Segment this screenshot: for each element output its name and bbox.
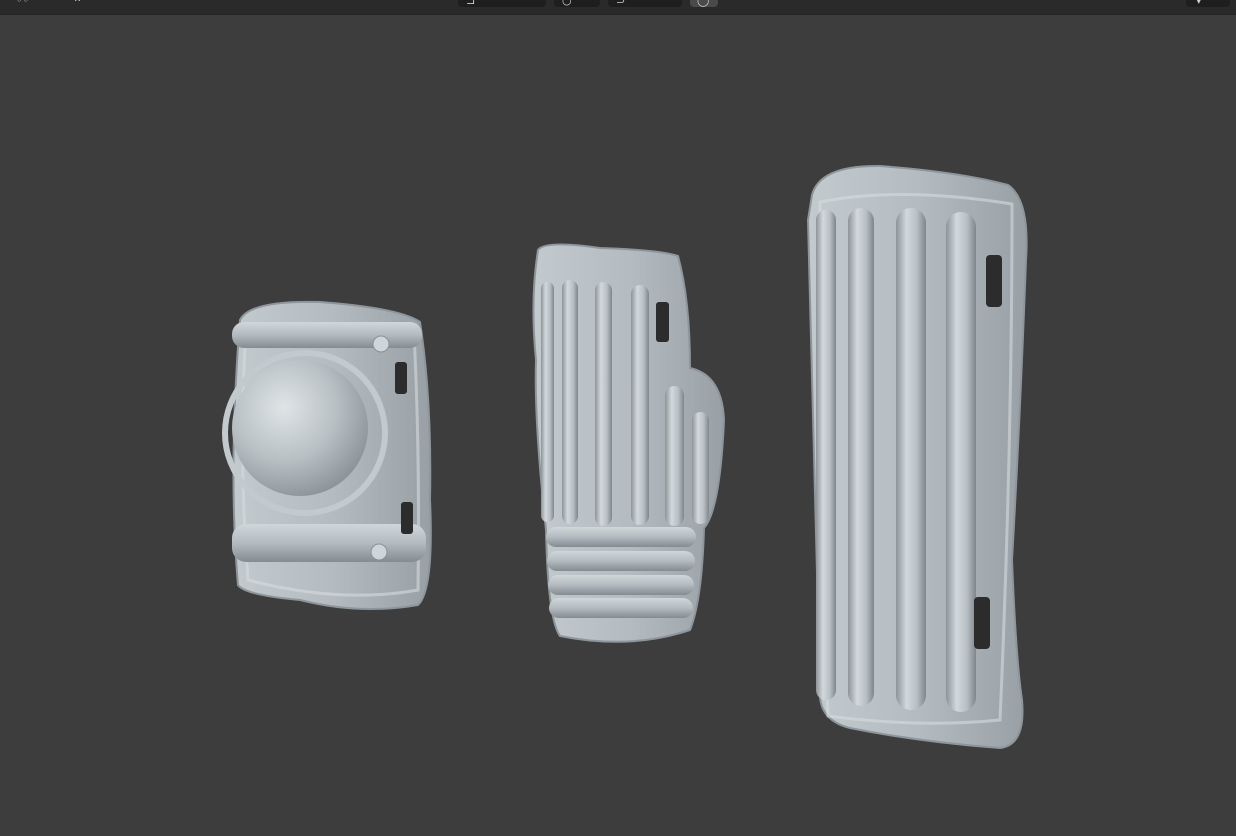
elbow-dome: [232, 360, 368, 496]
shin-rib: [896, 208, 926, 710]
forearm-guard[interactable]: [532, 243, 726, 643]
strap-slot-icon: [974, 597, 990, 649]
forearm-wrist-band: [548, 575, 694, 595]
scene-canvas[interactable]: [0, 0, 1236, 836]
elbow-guard-bottom-strap: [232, 524, 426, 562]
elbow-guard[interactable]: [222, 300, 432, 610]
forearm-rib: [595, 282, 612, 526]
rivet-icon: [370, 543, 388, 561]
shin-rib: [816, 210, 836, 700]
forearm-wrist-band: [549, 598, 693, 618]
forearm-rib: [541, 282, 554, 522]
shin-rib: [848, 208, 874, 706]
rivet-icon: [372, 335, 390, 353]
3d-viewport[interactable]: ◦◦ ·· ⊐ ○ ⊃ ◯ ▾: [0, 0, 1236, 836]
forearm-rib: [631, 285, 649, 525]
shin-guard[interactable]: [806, 164, 1028, 750]
forearm-rib: [562, 280, 578, 524]
shin-rib: [946, 212, 976, 712]
forearm-rib: [665, 386, 684, 526]
elbow-guard-top-strap: [232, 322, 422, 348]
strap-slot-icon: [986, 255, 1002, 307]
strap-slot-icon: [656, 302, 669, 342]
strap-slot-icon: [395, 362, 407, 394]
forearm-rib: [692, 412, 709, 524]
strap-slot-icon: [401, 502, 413, 534]
forearm-wrist-band: [546, 527, 696, 547]
forearm-wrist-band: [547, 551, 695, 571]
